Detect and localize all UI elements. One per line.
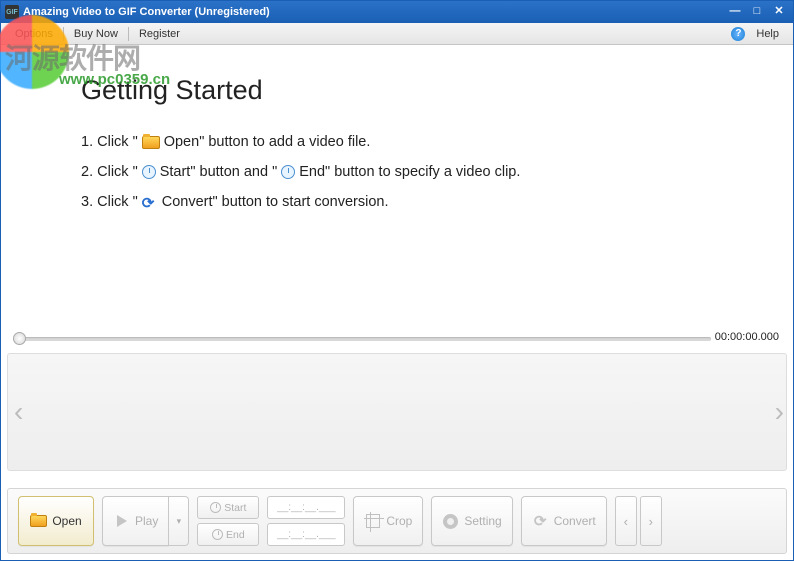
preview-strip: ‹ › <box>7 353 787 471</box>
start-button[interactable]: Start <box>197 496 259 519</box>
setting-button[interactable]: Setting <box>431 496 512 546</box>
play-dropdown[interactable]: ▾ <box>169 496 189 546</box>
menu-bar: Options Buy Now Register ? Help <box>1 23 793 45</box>
step-1: 1. Click " Open" button to add a video f… <box>81 134 723 150</box>
play-icon <box>117 515 127 527</box>
maximize-button[interactable]: □ <box>747 5 767 19</box>
preview-prev-button[interactable]: ‹ <box>14 396 23 428</box>
bottom-toolbar: Open Play ▾ Start End __:__:__.___ __:__… <box>7 488 787 554</box>
crop-icon <box>366 514 380 528</box>
timeline-knob[interactable] <box>13 332 26 345</box>
app-icon: GIF <box>5 5 19 19</box>
step-3: 3. Click " ⟳ Convert" button to start co… <box>81 194 723 210</box>
end-button[interactable]: End <box>197 523 259 546</box>
menu-register[interactable]: Register <box>131 26 188 42</box>
convert-button[interactable]: ⟳ Convert <box>521 496 607 546</box>
start-time-field[interactable]: __:__:__.___ <box>267 496 345 519</box>
play-button[interactable]: Play <box>102 496 169 546</box>
menu-separator <box>63 27 64 41</box>
getting-started-panel: Getting Started 1. Click " Open" button … <box>1 45 793 327</box>
page-title: Getting Started <box>81 75 723 106</box>
clock-icon <box>212 529 223 540</box>
folder-icon <box>142 136 160 149</box>
clock-start-icon <box>142 165 156 179</box>
end-time-field[interactable]: __:__:__.___ <box>267 523 345 546</box>
clock-end-icon <box>281 165 295 179</box>
nav-prev-button[interactable]: ‹ <box>615 496 637 546</box>
open-button[interactable]: Open <box>18 496 94 546</box>
timeline-track[interactable] <box>17 337 711 341</box>
menu-options[interactable]: Options <box>7 26 61 42</box>
help-icon: ? <box>731 27 745 41</box>
minimize-button[interactable]: — <box>725 5 745 19</box>
timeline: 00:00:00.000 <box>7 327 787 349</box>
title-bar: GIF Amazing Video to GIF Converter (Unre… <box>1 1 793 23</box>
crop-button[interactable]: Crop <box>353 496 423 546</box>
nav-next-button[interactable]: › <box>640 496 662 546</box>
window-title: Amazing Video to GIF Converter (Unregist… <box>23 6 723 18</box>
convert-icon: ⟳ <box>142 194 158 210</box>
preview-next-button[interactable]: › <box>775 396 784 428</box>
timeline-time: 00:00:00.000 <box>715 331 779 343</box>
step-2: 2. Click " Start" button and " End" butt… <box>81 164 723 180</box>
gear-icon <box>443 514 458 529</box>
convert-icon: ⟳ <box>532 513 549 530</box>
menu-help[interactable]: Help <box>748 26 787 42</box>
menu-separator <box>128 27 129 41</box>
close-button[interactable]: ✕ <box>769 5 789 19</box>
clock-icon <box>210 502 221 513</box>
folder-icon <box>30 515 47 527</box>
menu-buy-now[interactable]: Buy Now <box>66 26 126 42</box>
